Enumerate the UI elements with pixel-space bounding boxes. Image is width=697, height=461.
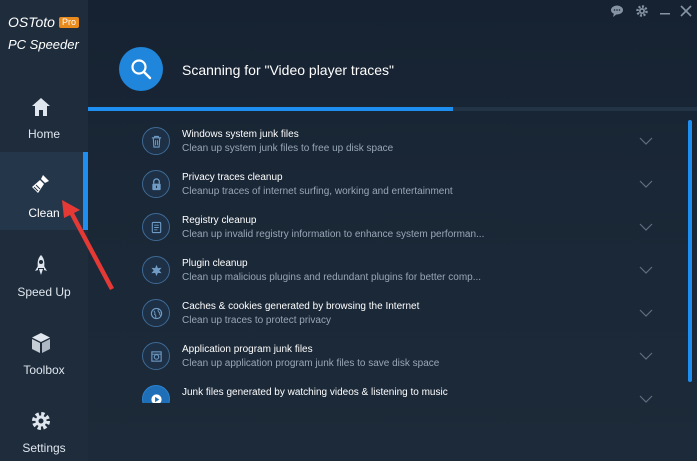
- globe-icon: [150, 307, 163, 320]
- item-title: Application program junk files: [182, 344, 313, 355]
- sidebar-item-clean[interactable]: Clean: [0, 152, 88, 230]
- lock-icon: [152, 178, 161, 191]
- sidebar-item-label: Settings: [22, 441, 66, 455]
- row-icon-wrap: [142, 170, 170, 198]
- item-description: Clean up traces to protect privacy: [182, 315, 331, 326]
- list-item[interactable]: Application program junk files Clean up …: [88, 333, 678, 376]
- home-icon: [32, 98, 50, 116]
- list-item[interactable]: Windows system junk files Clean up syste…: [88, 118, 678, 161]
- minimize-icon[interactable]: [658, 4, 672, 18]
- rocket-icon: [35, 255, 47, 275]
- list-item[interactable]: Plugin cleanup Clean up malicious plugin…: [88, 247, 678, 290]
- gear-icon: [32, 412, 50, 430]
- scan-status-icon: [119, 47, 163, 91]
- chevron-down-icon[interactable]: [639, 180, 653, 188]
- item-description: Clean up system junk files to free up di…: [182, 143, 394, 154]
- puzzle-icon: [151, 264, 162, 277]
- sidebar: OSToto Pro PC Speeder Home Clean Speed U…: [0, 0, 88, 461]
- item-title: Junk files generated by watching videos …: [182, 387, 448, 398]
- trash-icon: [151, 135, 162, 148]
- chevron-down-icon[interactable]: [639, 309, 653, 317]
- broom-icon: [32, 175, 49, 193]
- item-title: Windows system junk files: [182, 129, 299, 140]
- row-icon-wrap: [142, 256, 170, 284]
- sidebar-item-settings[interactable]: Settings: [0, 399, 88, 461]
- list-item[interactable]: Privacy traces cleanup Cleanup traces of…: [88, 161, 678, 204]
- item-title: Privacy traces cleanup: [182, 172, 283, 183]
- play-icon: [151, 394, 162, 403]
- scan-progress-bar: [88, 107, 697, 111]
- scan-progress-fill: [88, 107, 454, 111]
- sidebar-item-label: Speed Up: [17, 285, 71, 299]
- registry-icon: [151, 221, 162, 234]
- row-icon-wrap: [142, 127, 170, 155]
- product-name: PC Speeder: [8, 37, 79, 52]
- feedback-icon[interactable]: [610, 4, 624, 18]
- item-description: Cleanup traces of internet surfing, work…: [182, 186, 453, 197]
- main-panel: Scanning for "Video player traces" Windo…: [88, 0, 697, 461]
- list-item[interactable]: Caches & cookies generated by browsing t…: [88, 290, 678, 333]
- chevron-down-icon[interactable]: [639, 395, 653, 403]
- brand-name: OSToto: [8, 14, 55, 30]
- item-description: Clean up application program junk files …: [182, 358, 440, 369]
- list-scrollbar[interactable]: [688, 120, 692, 382]
- sidebar-item-toolbox[interactable]: Toolbox: [0, 321, 88, 399]
- pro-badge: Pro: [58, 17, 79, 28]
- clean-items-list: Windows system junk files Clean up syste…: [88, 118, 678, 403]
- app-icon: [151, 351, 162, 362]
- brand: OSToto Pro PC Speeder: [8, 14, 79, 54]
- item-description: Clean up malicious plugins and redundant…: [182, 272, 482, 283]
- row-icon-wrap: [142, 213, 170, 241]
- app-window: OSToto Pro PC Speeder Home Clean Speed U…: [0, 0, 697, 461]
- close-icon[interactable]: [679, 4, 693, 18]
- row-icon-wrap: [142, 342, 170, 370]
- sidebar-item-label: Home: [27, 127, 60, 141]
- settings-icon[interactable]: [635, 4, 649, 18]
- item-title: Caches & cookies generated by browsing t…: [182, 301, 420, 312]
- list-item[interactable]: Junk files generated by watching videos …: [88, 376, 678, 403]
- item-title: Registry cleanup: [182, 215, 257, 226]
- row-icon-wrap: [142, 299, 170, 327]
- chevron-down-icon[interactable]: [639, 137, 653, 145]
- item-title: Plugin cleanup: [182, 258, 248, 269]
- sidebar-item-speed-up[interactable]: Speed Up: [0, 243, 88, 321]
- scan-title: Scanning for "Video player traces": [182, 62, 395, 78]
- sidebar-item-label: Toolbox: [23, 363, 65, 377]
- chevron-down-icon[interactable]: [639, 266, 653, 274]
- sidebar-item-label: Clean: [28, 206, 60, 220]
- box-icon: [32, 333, 50, 353]
- row-icon-wrap: [142, 385, 170, 403]
- list-item[interactable]: Registry cleanup Clean up invalid regist…: [88, 204, 678, 247]
- chevron-down-icon[interactable]: [639, 223, 653, 231]
- chevron-down-icon[interactable]: [639, 352, 653, 360]
- item-description: Clean up invalid registry information to…: [182, 229, 485, 240]
- search-icon: [131, 59, 152, 80]
